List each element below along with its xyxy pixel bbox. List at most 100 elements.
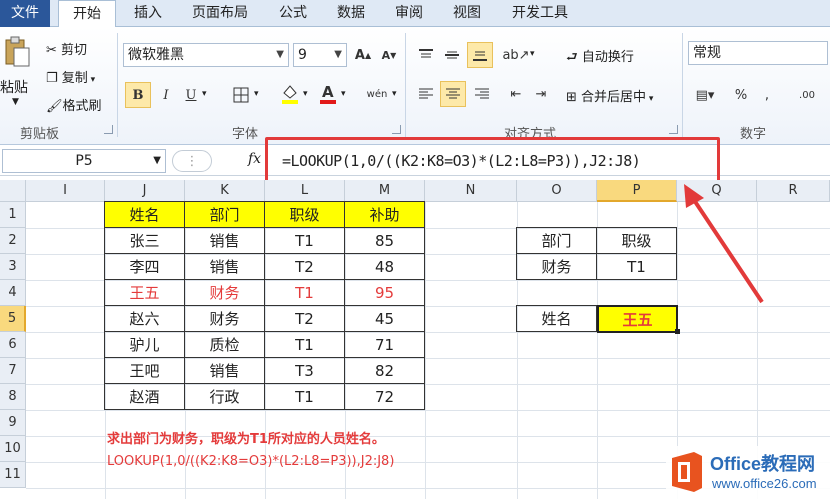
grow-font-icon[interactable]: A ▲ [352,43,374,67]
tab-developer[interactable]: 开发工具 [500,0,580,27]
row-header-6[interactable]: 6 [0,332,26,358]
tab-formulas[interactable]: 公式 [268,0,318,27]
merge-center-button[interactable]: ⊞ 合并后居中 ▾ [566,86,653,105]
table-cell[interactable]: 71 [344,331,425,358]
table-header-cell[interactable]: 职级 [264,201,345,228]
alignment-launcher-icon[interactable] [669,125,678,134]
table-cell[interactable]: 李四 [104,253,185,280]
italic-button[interactable]: I [155,82,177,108]
table-cell[interactable]: T1 [264,383,345,410]
increase-decimal-icon[interactable]: .00 [792,83,822,107]
cut-button[interactable]: ✂ 剪切 [46,39,87,58]
increase-indent-icon[interactable]: ⇥ [530,82,552,106]
underline-button[interactable]: U [180,82,202,108]
table-cell[interactable]: T2 [264,305,345,332]
criteria-label-dept[interactable]: 部门 [516,227,597,254]
column-header-j[interactable]: J [105,180,185,202]
tab-page-layout[interactable]: 页面布局 [180,0,260,27]
chevron-down-icon[interactable]: ▾ [341,89,346,99]
column-header-n[interactable]: N [425,180,517,202]
table-cell-highlight[interactable]: 王五 [104,279,185,306]
table-cell[interactable]: 销售 [184,357,265,384]
percent-button[interactable]: % [730,83,752,107]
align-center-icon[interactable] [440,81,466,107]
table-cell[interactable]: 72 [344,383,425,410]
font-color-icon[interactable]: A [316,81,340,107]
row-header-3[interactable]: 3 [0,254,26,280]
wrap-text-button[interactable]: ⮐ 自动换行 [566,46,634,70]
comma-style-button[interactable]: , [758,83,776,107]
tab-view[interactable]: 视图 [442,0,492,27]
tab-insert[interactable]: 插入 [122,0,174,27]
column-header-o[interactable]: O [517,180,597,202]
table-cell[interactable]: 85 [344,227,425,254]
table-cell[interactable]: T2 [264,253,345,280]
row-header-8[interactable]: 8 [0,384,26,410]
chevron-down-icon[interactable]: ▾ [254,89,259,99]
table-cell[interactable]: 质检 [184,331,265,358]
row-header-9[interactable]: 9 [0,410,26,436]
table-header-cell[interactable]: 姓名 [104,201,185,228]
table-header-cell[interactable]: 补助 [344,201,425,228]
bold-button[interactable]: B [125,82,151,108]
table-cell[interactable]: 张三 [104,227,185,254]
tab-home[interactable]: 开始 [58,0,116,28]
formula-bar-handle-icon[interactable]: ⋮ [172,150,212,172]
row-header-10[interactable]: 10 [0,436,26,462]
table-cell-highlight[interactable]: T1 [264,279,345,306]
column-header-i[interactable]: I [26,180,105,202]
name-box[interactable]: P5 ▼ [2,149,166,173]
column-header-p[interactable]: P [597,180,677,202]
column-header-k[interactable]: K [185,180,265,202]
align-left-icon[interactable] [414,82,438,106]
select-all-corner[interactable] [0,180,26,202]
number-format-combo[interactable]: 常规 [688,41,828,65]
chevron-down-icon[interactable]: ▾ [392,89,397,99]
paste-dropdown-icon[interactable]: ▼ [12,97,19,107]
row-header-11[interactable]: 11 [0,462,26,488]
phonetic-guide-icon[interactable]: wén [364,81,390,107]
table-cell[interactable]: T1 [264,331,345,358]
font-size-combo[interactable]: 9 ▼ [293,43,347,67]
accounting-format-icon[interactable]: ▤▾ [690,83,720,107]
align-middle-icon[interactable] [440,43,464,67]
table-header-cell[interactable]: 部门 [184,201,265,228]
paste-button[interactable]: 粘贴 [0,77,28,97]
result-cell-p5[interactable]: 王五 [597,305,678,333]
align-top-icon[interactable] [414,43,438,67]
row-header-5[interactable]: 5 [0,306,26,332]
table-cell[interactable]: 驴儿 [104,331,185,358]
row-header-7[interactable]: 7 [0,358,26,384]
paste-icon[interactable] [2,35,32,69]
table-cell[interactable]: 45 [344,305,425,332]
chevron-down-icon[interactable]: ▾ [303,89,308,99]
tab-data[interactable]: 数据 [326,0,376,27]
table-cell-highlight[interactable]: 财务 [184,279,265,306]
format-painter-button[interactable]: 🖌格式刷 [46,95,102,114]
result-label-name[interactable]: 姓名 [516,305,597,332]
shrink-font-icon[interactable]: A ▼ [378,43,400,67]
tab-review[interactable]: 审阅 [384,0,434,27]
fill-color-icon[interactable] [278,81,302,107]
borders-icon[interactable] [230,83,252,107]
table-cell[interactable]: 82 [344,357,425,384]
table-cell[interactable]: 赵酒 [104,383,185,410]
table-cell[interactable]: 财务 [184,305,265,332]
table-cell[interactable]: 王吧 [104,357,185,384]
chevron-down-icon[interactable]: ▾ [530,49,535,59]
fill-handle[interactable] [675,329,680,334]
font-name-combo[interactable]: 微软雅黑 ▼ [123,43,289,67]
table-cell[interactable]: T3 [264,357,345,384]
row-header-2[interactable]: 2 [0,228,26,254]
criteria-value-dept[interactable]: 财务 [516,253,597,280]
column-header-l[interactable]: L [265,180,345,202]
tab-file[interactable]: 文件 [0,0,50,27]
align-right-icon[interactable] [470,82,494,106]
copy-button[interactable]: ❐ 复制 ▾ [46,67,95,86]
table-cell[interactable]: 行政 [184,383,265,410]
clipboard-launcher-icon[interactable] [104,125,113,134]
table-cell[interactable]: 48 [344,253,425,280]
row-header-1[interactable]: 1 [0,202,26,228]
criteria-value-level[interactable]: T1 [596,253,677,280]
insert-function-icon[interactable]: fx [248,151,261,167]
